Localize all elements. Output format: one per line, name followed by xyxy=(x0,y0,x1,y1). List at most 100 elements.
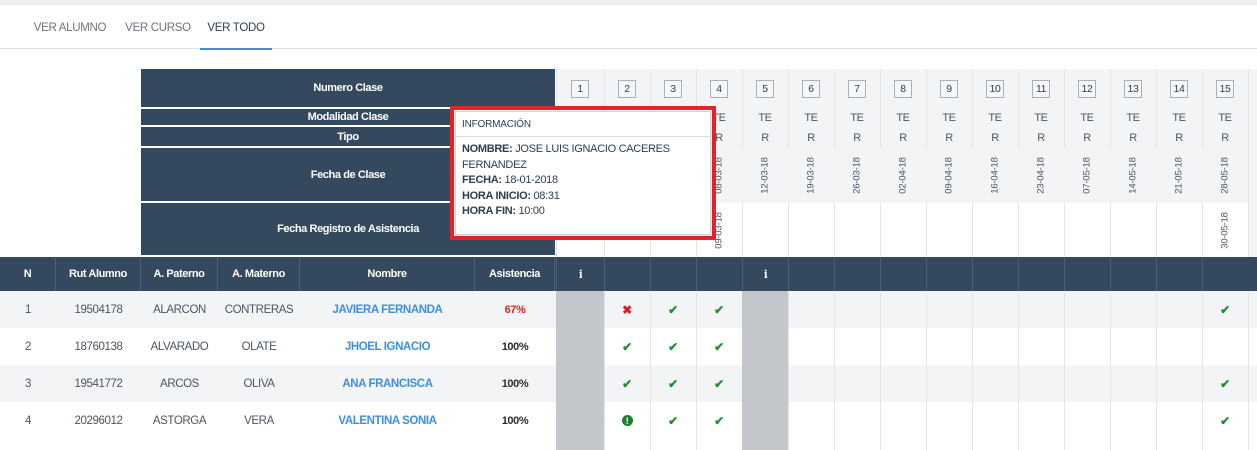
class-modalidad: TE xyxy=(1218,112,1232,124)
class-number-cell: 10 xyxy=(972,69,1018,109)
class-header-cell xyxy=(696,257,742,291)
tooltip-nombre: NOMBRE: JOSE LUIS IGNACIO CACERES FERNAN… xyxy=(462,143,670,171)
class-number-button[interactable]: 7 xyxy=(848,80,866,98)
attendance-cell xyxy=(972,402,1018,439)
class-number-button[interactable]: 3 xyxy=(664,80,682,98)
class-tipo: R xyxy=(853,131,861,144)
attendance-cell xyxy=(788,365,834,402)
class-number-button[interactable]: 5 xyxy=(756,80,774,98)
attendance-cell xyxy=(972,365,1018,402)
cell-materno: VERA xyxy=(244,414,274,427)
attendance-cell xyxy=(788,402,834,439)
cell-rut: 19541772 xyxy=(74,377,123,390)
class-modalidad: TE xyxy=(896,112,910,124)
class-tipo: R xyxy=(1037,131,1045,144)
cell-rut: 19504178 xyxy=(74,303,123,316)
class-header-cell xyxy=(880,257,926,291)
class-fecha-cell: 28-05-18 xyxy=(1202,148,1248,203)
cell-asistencia: 100% xyxy=(501,340,529,353)
class-number-button[interactable]: 12 xyxy=(1078,80,1096,98)
class-modalidad: TE xyxy=(1126,112,1140,124)
class-fecha: 23-04-18 xyxy=(1035,157,1047,194)
class-number-cell: 9 xyxy=(926,69,972,109)
class-number-button[interactable]: 11 xyxy=(1032,80,1050,98)
attendance-cell xyxy=(834,328,880,365)
class-registro-cell xyxy=(926,203,972,257)
attendance-cell: ✔ xyxy=(1202,291,1248,328)
check-icon: ✔ xyxy=(668,413,678,428)
attendance-cell xyxy=(926,328,972,365)
cell-paterno: ALARCON xyxy=(153,303,206,316)
cell-materno: CONTRERAS xyxy=(224,303,294,316)
class-registro-cell xyxy=(834,203,880,257)
class-number-button[interactable]: 8 xyxy=(894,80,912,98)
class-registro-cell xyxy=(742,203,788,257)
student-name-link[interactable]: VALENTINA SONIA xyxy=(300,402,475,439)
attendance-cell xyxy=(926,291,972,328)
student-name-link[interactable]: JAVIERA FERNANDA xyxy=(300,291,475,328)
class-fecha-registro: 30-05-18 xyxy=(1220,211,1231,249)
class-registro-cell xyxy=(1110,203,1156,257)
class-number-cell: 6 xyxy=(788,69,834,109)
student-name-link[interactable]: ANA FRANCISCA xyxy=(300,365,475,402)
class-header-cell xyxy=(1018,257,1064,291)
cell-materno: OLIVA xyxy=(243,377,275,390)
class-registro-cell xyxy=(972,203,1018,257)
class-fecha-cell: 23-04-18 xyxy=(1018,148,1064,203)
class-registro-cell xyxy=(788,203,834,257)
class-fecha: 09-04-18 xyxy=(943,157,955,194)
attendance-cell xyxy=(926,365,972,402)
info-icon[interactable]: i xyxy=(764,268,768,281)
class-number-cell: 7 xyxy=(834,69,880,109)
attendance-cell: ✔ xyxy=(650,291,696,328)
attendance-cell: ✔ xyxy=(604,328,650,365)
class-number-button[interactable]: 10 xyxy=(986,80,1004,98)
student-name-link[interactable]: JHOEL IGNACIO xyxy=(300,328,475,365)
class-number-button[interactable]: 9 xyxy=(940,80,958,98)
class-fecha-cell: 16-04-18 xyxy=(972,148,1018,203)
disabled-class-column xyxy=(742,291,788,450)
attendance-cell xyxy=(788,328,834,365)
check-icon: ✔ xyxy=(714,302,724,317)
class-tipo: R xyxy=(807,131,815,144)
class-number-button[interactable]: 4 xyxy=(710,80,728,98)
attendance-cell xyxy=(1156,365,1202,402)
check-icon: ✔ xyxy=(1220,413,1230,428)
attendance-cell xyxy=(1018,402,1064,439)
cell-rut: 18760138 xyxy=(74,340,123,353)
attendance-cell: ✔ xyxy=(650,402,696,439)
class-number-cell: 15 xyxy=(1202,69,1248,109)
cell-n: 4 xyxy=(25,414,31,427)
attendance-cell xyxy=(1202,328,1248,365)
check-icon: ✔ xyxy=(668,302,678,317)
class-header-cell xyxy=(834,257,880,291)
class-header-cell xyxy=(1064,257,1110,291)
class-col-bg xyxy=(1248,69,1257,257)
class-modalidad: TE xyxy=(1172,112,1186,124)
class-fecha: 19-03-18 xyxy=(805,157,817,194)
class-fecha: 26-03-18 xyxy=(851,157,863,194)
tooltip-fecha: FECHA: 18-01-2018 xyxy=(462,174,558,186)
col-header-n: N xyxy=(0,257,56,291)
cell-rut: 20296012 xyxy=(74,414,123,427)
attendance-cell xyxy=(972,291,1018,328)
cell-asistencia: 100% xyxy=(501,414,529,427)
class-number-cell: 12 xyxy=(1064,69,1110,109)
class-fecha: 02-04-18 xyxy=(897,157,909,194)
class-tipo: R xyxy=(945,131,953,144)
info-icon[interactable]: i xyxy=(579,268,583,281)
class-fecha-cell: 19-03-18 xyxy=(788,148,834,203)
class-number-button[interactable]: 14 xyxy=(1170,80,1188,98)
class-header-cell: i xyxy=(742,257,788,291)
class-number-button[interactable]: 2 xyxy=(618,80,636,98)
class-number-button[interactable]: 6 xyxy=(802,80,820,98)
class-number-button[interactable]: 15 xyxy=(1216,80,1234,98)
cell-paterno: ALVARADO xyxy=(150,340,209,353)
check-icon: ✔ xyxy=(714,413,724,428)
class-fecha: 16-04-18 xyxy=(989,157,1001,194)
class-number-button[interactable]: 1 xyxy=(571,80,589,98)
class-number-button[interactable]: 13 xyxy=(1124,80,1142,98)
class-modalidad: TE xyxy=(850,112,864,124)
class-header-cell xyxy=(650,257,696,291)
class-number-cell: 1 xyxy=(556,69,604,109)
